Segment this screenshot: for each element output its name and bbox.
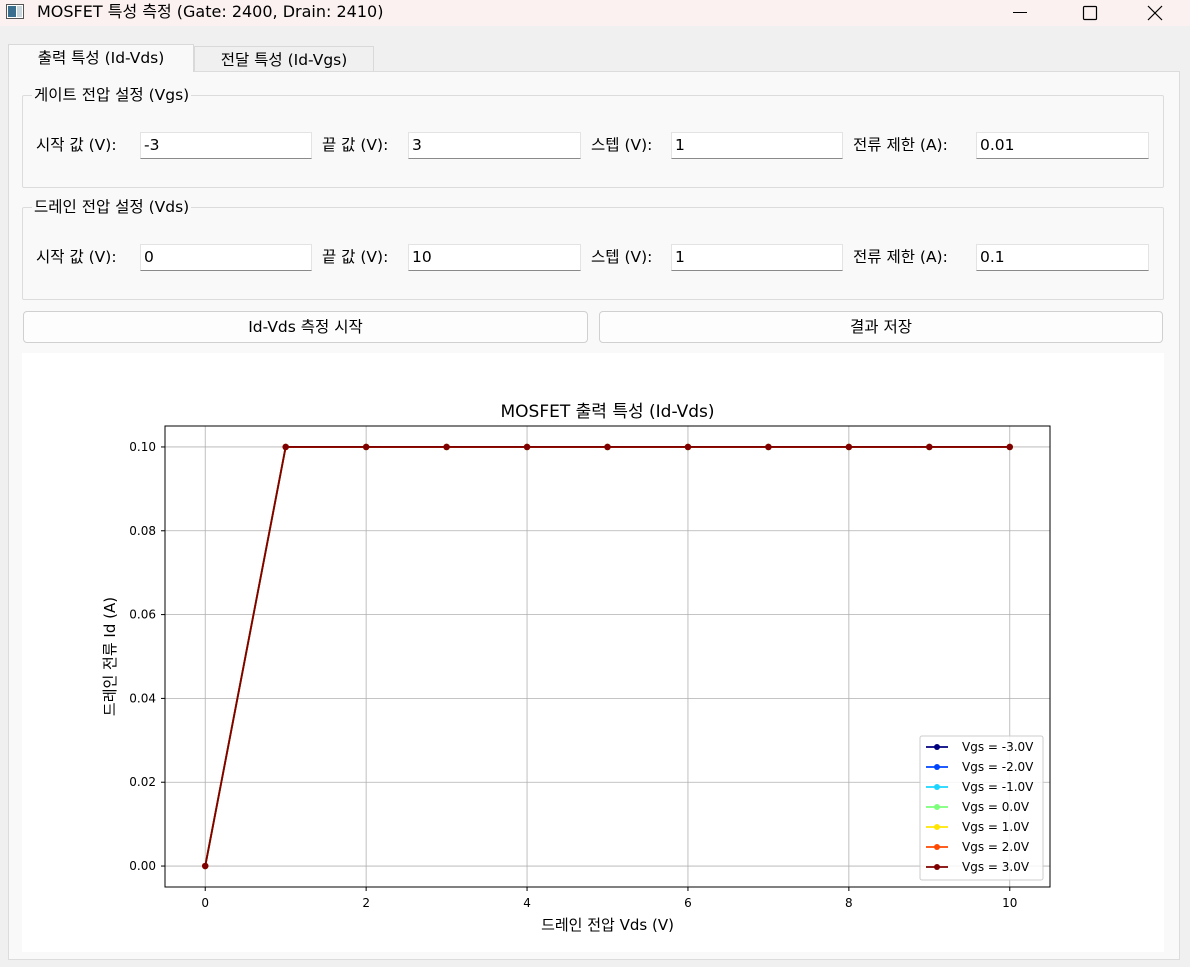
x-axis-label: 드레인 전압 Vds (V) xyxy=(541,916,674,934)
legend-marker xyxy=(934,804,940,810)
data-point xyxy=(443,443,450,451)
drain-end-input[interactable]: 10 xyxy=(408,244,581,271)
data-point xyxy=(282,443,289,451)
data-point xyxy=(845,443,853,451)
x-tick-label: 2 xyxy=(362,896,370,910)
drain-start-input[interactable]: 0 xyxy=(140,244,312,271)
close-icon xyxy=(1147,5,1163,21)
data-point xyxy=(926,443,933,451)
tab-transfer-characteristics[interactable]: 전달 특성 (Id-Vgs) xyxy=(194,46,374,72)
data-point xyxy=(765,443,772,451)
drain-group-title: 드레인 전압 설정 (Vds) xyxy=(32,197,192,217)
drain-current-limit-input[interactable]: 0.1 xyxy=(976,244,1149,271)
legend-label: Vgs = 2.0V xyxy=(962,840,1030,854)
save-results-button[interactable]: 결과 저장 xyxy=(599,311,1163,343)
series-line xyxy=(204,446,1010,867)
legend-label: Vgs = -3.0V xyxy=(962,740,1034,754)
y-tick-label: 0.06 xyxy=(129,608,156,622)
minimize-button[interactable] xyxy=(985,0,1055,26)
legend-marker xyxy=(934,864,940,870)
legend-label: Vgs = 3.0V xyxy=(962,860,1030,874)
gate-current-limit-input[interactable]: 0.01 xyxy=(976,132,1149,159)
y-tick-label: 0.00 xyxy=(129,859,156,873)
data-point xyxy=(202,862,209,870)
gate-end-label: 끝 값 (V): xyxy=(322,136,389,154)
chart-canvas: 0 2 4 6 8 10 0.00 0.02 0.04 0.06 0.08 0.10 MOSFET 출력… xyxy=(22,353,1164,952)
series-line xyxy=(204,446,1010,867)
drain-step-label: 스텝 (V): xyxy=(591,248,653,266)
x-tick-label: 4 xyxy=(523,896,531,910)
gate-start-label: 시작 값 (V): xyxy=(36,136,117,154)
data-point xyxy=(523,443,531,451)
legend-marker xyxy=(934,764,940,770)
gate-group-title: 게이트 전압 설정 (Vgs) xyxy=(32,85,192,105)
maximize-button[interactable] xyxy=(1055,0,1125,26)
plot-frame xyxy=(164,425,1051,888)
y-tick-label: 0.04 xyxy=(129,691,156,705)
series-line xyxy=(204,446,1010,867)
legend-marker xyxy=(934,824,940,830)
start-measurement-button[interactable]: Id-Vds 측정 시작 xyxy=(23,311,588,343)
window-title: MOSFET 특성 측정 (Gate: 2400, Drain: 2410) xyxy=(37,2,384,21)
gate-step-label: 스텝 (V): xyxy=(591,136,653,154)
x-tick-label: 8 xyxy=(845,896,853,910)
minimize-icon xyxy=(1013,12,1027,13)
legend-marker xyxy=(934,784,940,790)
data-point xyxy=(604,443,611,451)
maximize-icon xyxy=(1082,5,1098,21)
y-tick-label: 0.08 xyxy=(129,524,156,538)
x-tick-label: 0 xyxy=(201,896,209,910)
app-icon xyxy=(6,4,24,19)
gate-end-input[interactable]: 3 xyxy=(408,132,581,159)
legend-label: Vgs = -2.0V xyxy=(962,760,1034,774)
title-bar: MOSFET 특성 측정 (Gate: 2400, Drain: 2410) xyxy=(0,0,1190,26)
close-button[interactable] xyxy=(1120,0,1190,26)
drain-end-label: 끝 값 (V): xyxy=(322,248,389,266)
series-line xyxy=(204,446,1010,867)
y-axis-label: 드레인 전류 Id (A) xyxy=(101,597,119,716)
window-bottom-edge xyxy=(0,960,1190,967)
data-point xyxy=(684,443,692,451)
data-point xyxy=(1006,443,1013,451)
drain-step-input[interactable]: 1 xyxy=(671,244,843,271)
legend-marker xyxy=(934,744,940,750)
chart-title: MOSFET 출력 특성 (Id-Vds) xyxy=(501,402,715,422)
series-line xyxy=(204,446,1010,867)
y-tick-label: 0.02 xyxy=(129,775,156,789)
legend-label: Vgs = -1.0V xyxy=(962,780,1034,794)
legend-label: Vgs = 1.0V xyxy=(962,820,1030,834)
tab-output-characteristics[interactable]: 출력 특성 (Id-Vds) xyxy=(8,44,194,72)
x-tick-label: 6 xyxy=(684,896,692,910)
legend-marker xyxy=(934,844,940,850)
series-line xyxy=(204,446,1010,867)
series-line xyxy=(204,446,1010,867)
drain-start-label: 시작 값 (V): xyxy=(36,248,117,266)
gate-start-input[interactable]: -3 xyxy=(140,132,312,159)
gate-step-input[interactable]: 1 xyxy=(671,132,843,159)
drain-current-limit-label: 전류 제한 (A): xyxy=(853,248,948,266)
gate-current-limit-label: 전류 제한 (A): xyxy=(853,136,948,154)
x-tick-label: 10 xyxy=(1002,896,1017,910)
data-point xyxy=(362,443,370,451)
legend-label: Vgs = 0.0V xyxy=(962,800,1030,814)
output-characteristics-chart: 0 2 4 6 8 10 0.00 0.02 0.04 0.06 0.08 0.10 MOSFET 출력… xyxy=(101,402,1051,934)
y-tick-label: 0.10 xyxy=(129,440,156,454)
